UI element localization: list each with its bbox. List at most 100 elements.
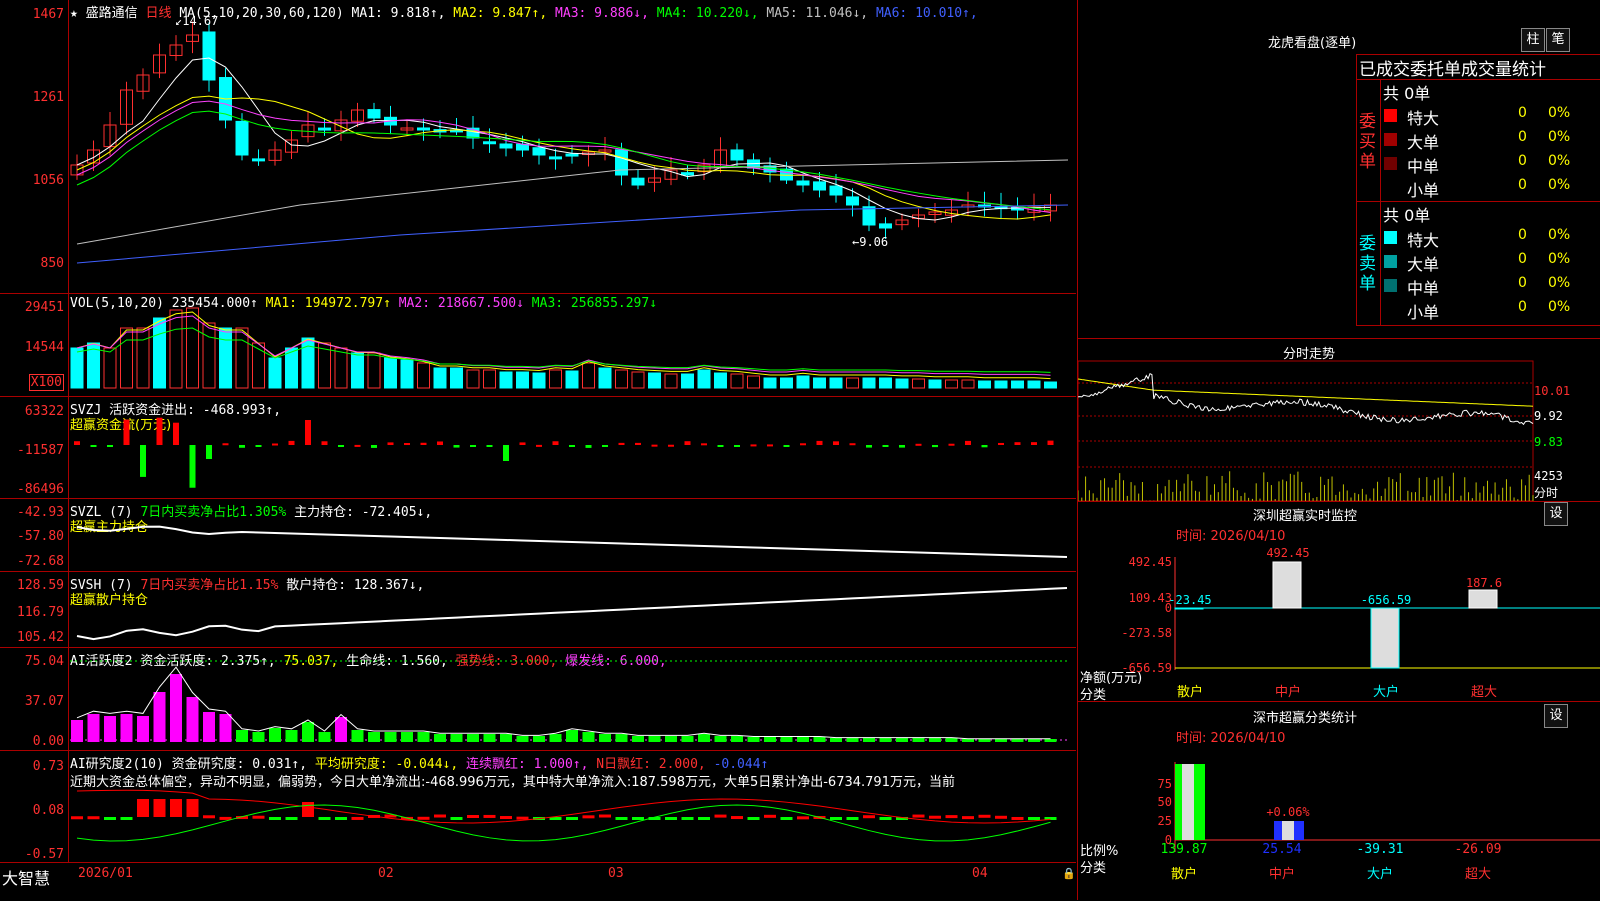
longhu-row: 大单 0 0% xyxy=(1383,128,1600,152)
monitor-bar xyxy=(1272,561,1302,609)
activity-bar xyxy=(285,730,298,742)
research-bar xyxy=(450,817,463,820)
activity-bar xyxy=(582,732,595,742)
flow-bar xyxy=(701,443,707,446)
research-bar xyxy=(1011,816,1024,820)
sz-class-panel[interactable]: 深市超赢分类统计 设 时间: 2026/04/10 75 50 25 0 +0.06% 1… xyxy=(1078,701,1600,901)
activity-bar xyxy=(929,738,941,742)
activity-bar xyxy=(896,738,908,742)
flow-bar xyxy=(453,445,460,448)
volume-bar xyxy=(582,362,595,389)
date-axis-bar[interactable]: 大智慧 2026/01 02 03 04 🔒 xyxy=(0,862,1076,901)
flow-bar xyxy=(585,445,592,448)
research-bar xyxy=(71,816,83,820)
monitor-cat: 中户 xyxy=(1275,684,1301,700)
svsh-panel[interactable]: 128.59 116.79 105.42 SVSH (7) 7日内买卖净占比1.… xyxy=(0,572,1076,648)
candle-body xyxy=(796,180,810,186)
research-bar xyxy=(863,815,875,819)
ai-research-chart[interactable] xyxy=(0,751,1076,862)
volume-bar xyxy=(994,380,1008,389)
volume-bar xyxy=(549,369,562,389)
intraday-chart[interactable] xyxy=(1078,339,1600,502)
monitor-cat: 大户 xyxy=(1373,684,1399,700)
flow-bar xyxy=(635,442,641,445)
activity-bar xyxy=(318,732,331,742)
ai-research-panel[interactable]: 0.73 0.08 -0.57 AI研究度2(10) 资金研究度: 0.031↑… xyxy=(0,751,1076,862)
tick-view-button[interactable]: 笔 xyxy=(1546,28,1570,52)
volume-bar xyxy=(219,327,232,389)
longhu-row: 特大 0 0% xyxy=(1383,226,1600,250)
activity-bar xyxy=(368,732,380,742)
monitor-bar xyxy=(1468,589,1498,609)
intraday-panel[interactable]: 分时走势 10.01 9.92 9.83 4253 分时 xyxy=(1078,338,1600,502)
research-bar xyxy=(615,817,628,820)
bar-view-button[interactable]: 柱 xyxy=(1521,28,1545,52)
activity-bar xyxy=(401,732,413,742)
date-label: 03 xyxy=(608,866,624,881)
sz-monitor-chart[interactable]: 492.45109.430-273.58-656.59-23.45散户492.4… xyxy=(1078,502,1600,702)
svzj-chart[interactable] xyxy=(0,397,1076,498)
candle-body xyxy=(846,196,859,206)
candle-body xyxy=(235,120,249,156)
flow-bar xyxy=(371,445,377,448)
activity-bar xyxy=(1044,739,1057,742)
activity-bar xyxy=(483,734,496,742)
flow-bar xyxy=(717,445,724,447)
longhu-title: 龙虎看盘(逐单) xyxy=(1268,36,1357,51)
volume-panel[interactable]: 29451 14544 X100 VOL(5,10,20) 235454.000… xyxy=(0,294,1076,397)
flow-bar xyxy=(519,442,526,445)
volume-bar xyxy=(70,347,84,389)
volume-bar xyxy=(1011,380,1024,389)
flow-bar xyxy=(173,422,179,445)
activity-bar xyxy=(203,712,215,742)
research-bar xyxy=(764,814,776,818)
activity-bar xyxy=(879,738,892,742)
class-mid-label: +0.06% xyxy=(1266,805,1310,819)
svzl-chart[interactable] xyxy=(0,499,1076,571)
monitor-cat: 超大 xyxy=(1471,685,1497,700)
volume-bar xyxy=(631,371,645,389)
flow-bar xyxy=(338,445,344,447)
candlestick-chart[interactable] xyxy=(0,0,1076,293)
candle-body xyxy=(730,149,744,161)
research-bar xyxy=(747,817,760,820)
flow-bar xyxy=(74,441,80,445)
flow-bar xyxy=(783,445,790,447)
flow-bar xyxy=(965,440,971,445)
sz-monitor-panel[interactable]: 深圳超赢实时监控 设 时间: 2026/04/10 492.45 109.43 0-… xyxy=(1078,501,1600,703)
longhu-table: 已成交委托单成交量统计 委买单 共 0单 特大 0 0% 大单 0 0% 中单 0 0% 小单 0 0… xyxy=(1356,54,1600,326)
price-panel[interactable]: 1467 1261 1056 850 ★ 盛路通信 日线 MA(5,10,20,… xyxy=(0,0,1076,294)
class-tick: 25 xyxy=(1158,814,1172,828)
flow-bar xyxy=(239,445,245,448)
activity-bar xyxy=(665,736,677,742)
activity-bar xyxy=(516,736,529,742)
volume-bar xyxy=(120,327,133,389)
activity-bar xyxy=(731,736,743,742)
volume-bar xyxy=(813,377,826,389)
svsh-chart[interactable] xyxy=(0,572,1076,647)
volume-bar xyxy=(169,309,183,389)
flow-bar xyxy=(651,444,658,447)
monitor-bar xyxy=(1174,607,1204,610)
high-marker: ↙14.67 xyxy=(175,14,219,28)
research-bar xyxy=(87,816,100,820)
ai-activity-panel[interactable]: 75.04 37.07 0.00 AI活跃度2 资金活跃度: 2.375↑, 7… xyxy=(0,648,1076,751)
candle-body xyxy=(318,127,331,131)
sz-class-chart[interactable]: 7550250+0.06%139.87散户25.54中户-39.31大户-26.… xyxy=(1078,702,1600,901)
ai-activity-chart[interactable] xyxy=(0,648,1076,750)
activity-bar xyxy=(566,730,578,742)
flow-bar xyxy=(1047,440,1054,445)
volume-bar xyxy=(961,379,975,389)
svzl-panel[interactable]: -42.93 -57.80 -72.68 SVZL (7) 7日内买卖净占比1.… xyxy=(0,499,1076,572)
flow-bar xyxy=(536,444,542,447)
research-bar xyxy=(714,814,727,818)
volume-chart[interactable] xyxy=(0,294,1076,396)
activity-bar xyxy=(384,732,397,742)
volume-bar xyxy=(796,375,810,389)
research-bar xyxy=(483,814,496,818)
lock-icon[interactable]: 🔒 xyxy=(1062,867,1076,880)
activity-bar xyxy=(549,734,562,742)
volume-bar xyxy=(747,375,760,389)
class-cat: 超大 xyxy=(1465,867,1491,882)
svzj-panel[interactable]: 63322 -11587 -86496 SVZJ 活跃资金进出: -468.99… xyxy=(0,397,1076,499)
